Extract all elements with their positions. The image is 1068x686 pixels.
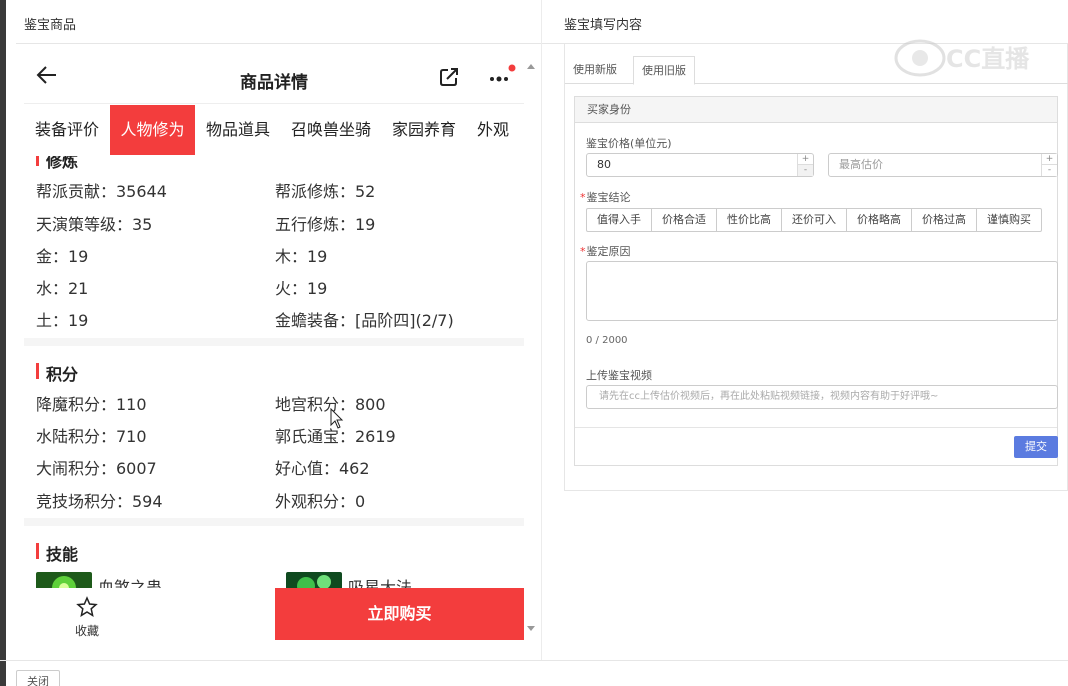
footer-divider [0,660,1068,661]
reason-char-counter: 0 / 2000 [586,335,628,346]
favorite-label[interactable]: 收藏 [64,622,110,639]
tab-pets-mounts[interactable]: 召唤兽坐骑 [281,105,381,155]
submit-button[interactable]: 提交 [1014,436,1058,458]
skill-name: 血煞之蛊 [98,578,163,588]
stat-item: 好心值：462 [275,459,370,478]
stat-item: 竞技场积分：594 [36,492,163,511]
section-title-skills: 技能 [36,541,78,565]
scroll-down-arrow-icon[interactable] [527,626,535,631]
required-mark: * [580,191,586,204]
right-panel-title: 鉴宝填写内容 [564,18,643,33]
price-label: 鉴宝价格(单位元) [586,137,672,150]
required-mark: * [580,245,586,258]
product-content[interactable]: 修炼 帮派贡献：35644 帮派修炼：52 天演策等级：35 五行修炼：19 金… [24,156,524,588]
conclusion-options: 值得入手 价格合适 性价比高 还价可入 价格略高 价格过高 谨慎购买 [586,208,1042,232]
section-title-cultivation: 修炼 [36,156,78,172]
stat-item: 金：19 [36,247,89,266]
scroll-up-arrow-icon[interactable] [527,64,535,69]
stat-item: 天演策等级：35 [36,215,153,234]
stat-item: 水陆积分：710 [36,427,147,446]
increment-icon[interactable]: + [798,154,813,165]
stat-item: 帮派修炼：52 [275,182,376,201]
conclusion-label: *鉴宝结论 [580,191,631,204]
stat-item: 外观积分：0 [275,492,366,511]
section-divider [24,518,524,526]
stat-item: 大闹积分：6007 [36,459,157,478]
conclusion-option[interactable]: 价格略高 [847,209,912,231]
more-menu-icon[interactable] [486,64,516,88]
price-stepper[interactable]: + - [797,154,813,176]
decrement-icon[interactable]: - [1042,165,1057,176]
share-icon[interactable] [438,66,460,88]
tab-character-cultivation[interactable]: 人物修为 [110,105,195,155]
buyer-identity-card: 买家身份 鉴宝价格(单位元) 80 + - 最高估价 + - *鉴宝结论 值得入… [574,96,1058,466]
conclusion-option[interactable]: 谨慎购买 [977,209,1041,231]
form-tabs: 使用新版 使用旧版 [565,52,1068,85]
card-title: 买家身份 [575,97,1057,123]
reason-label: *鉴定原因 [580,245,631,258]
tab-equipment-rating[interactable]: 装备评价 [24,105,110,155]
appraisal-form: 使用新版 使用旧版 买家身份 鉴宝价格(单位元) 80 + - 最高估价 + -… [564,44,1068,491]
close-button[interactable]: 关闭 [16,670,60,686]
product-tabs: 装备评价 人物修为 物品道具 召唤兽坐骑 家园养育 外观 [24,105,524,155]
window-edge [0,0,6,686]
section-divider [24,338,524,346]
conclusion-option[interactable]: 性价比高 [717,209,782,231]
star-icon[interactable] [76,596,98,618]
skill-name: 吸星大法 [348,578,413,588]
stat-item: 金蟾装备：[品阶四](2/7) [275,311,454,330]
tab-home[interactable]: 家园养育 [381,105,467,155]
product-header: 商品详情 [24,44,524,104]
tab-items[interactable]: 物品道具 [195,105,281,155]
left-panel-title: 鉴宝商品 [24,18,77,33]
skill-blood-gu-icon [36,572,92,588]
stat-item: 土：19 [36,311,89,330]
conclusion-option[interactable]: 还价可入 [782,209,847,231]
video-link-input[interactable]: 请先在cc上传估价视频后，再在此处粘贴视频链接，视频内容有助于好评哦~ [586,385,1058,409]
stat-item: 木：19 [275,247,328,266]
buy-now-button[interactable]: 立即购买 [275,588,524,640]
max-price-placeholder: 最高估价 [839,158,883,171]
tab-appearance[interactable]: 外观 [467,105,519,155]
max-price-stepper[interactable]: + - [1041,154,1057,176]
product-detail-view: 商品详情 装备评价 人物修为 物品道具 召唤兽坐骑 家园养育 外观 修炼 帮派贡… [24,44,524,642]
stat-item: 五行修炼：19 [275,215,376,234]
decrement-icon[interactable]: - [798,165,813,176]
reason-textarea[interactable] [586,261,1058,321]
video-label: 上传鉴宝视频 [586,369,652,382]
stat-item: 火：19 [275,279,328,298]
skill-absorb-star-icon [286,572,342,588]
tab-old-version[interactable]: 使用旧版 [633,56,695,85]
conclusion-option[interactable]: 价格合适 [652,209,717,231]
conclusion-option[interactable]: 价格过高 [912,209,977,231]
stat-item: 水：21 [36,279,89,298]
max-price-input[interactable]: 最高估价 + - [828,153,1058,177]
conclusion-option[interactable]: 值得入手 [587,209,652,231]
section-title-points: 积分 [36,361,78,385]
app-root: 鉴宝商品 鉴宝填写内容 CC直播 商品详情 装备评价 人物修为 物品道具 召唤兽… [0,0,1068,686]
mouse-cursor-icon [330,407,344,430]
tab-new-version[interactable]: 使用新版 [565,56,625,85]
stat-item: 降魔积分：110 [36,395,147,414]
card-divider [575,427,1057,428]
stat-item: 帮派贡献：35644 [36,182,167,201]
increment-icon[interactable]: + [1042,154,1057,165]
price-value: 80 [597,158,611,171]
panel-divider [541,0,542,660]
product-footer: 收藏 立即购买 [24,588,524,642]
price-input[interactable]: 80 + - [586,153,814,177]
